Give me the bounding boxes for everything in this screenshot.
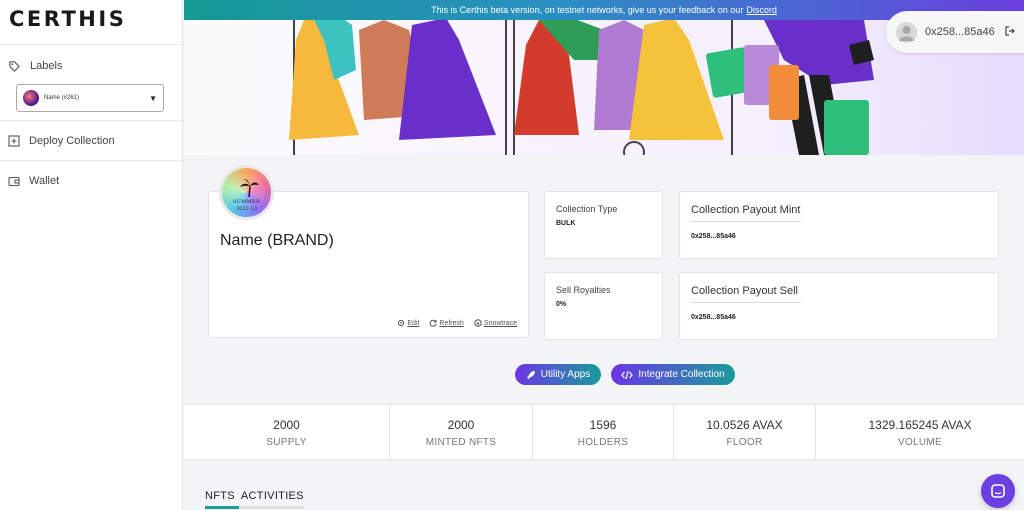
payout-sell-value: 0x258...85a46	[691, 314, 736, 321]
tab-nfts[interactable]: NFTS	[205, 490, 235, 502]
collection-type-card: Collection Type BULK	[544, 191, 663, 259]
snowtrace-icon	[474, 319, 482, 327]
wallet-icon	[8, 176, 20, 187]
wallet-address: 0x258...85a46	[925, 26, 995, 38]
stat-value: 2000	[447, 418, 475, 432]
snowtrace-label: Snowtrace	[483, 319, 517, 327]
brand-avatar-text: SUMMER	[232, 199, 261, 205]
collection-tabs: NFTS ACTIVITIES	[205, 490, 310, 502]
stat-caption: FLOOR	[726, 437, 763, 448]
labels-section: Labels Name (#261) ▼	[0, 44, 183, 120]
caret-down-icon: ▼	[149, 93, 157, 103]
stat-supply: 2000 SUPPLY	[184, 405, 390, 459]
sidebar-item-wallet[interactable]: Wallet	[0, 171, 183, 191]
refresh-icon	[430, 319, 437, 327]
tab-activities[interactable]: ACTIVITIES	[241, 490, 304, 502]
label-select[interactable]: Name (#261) ▼	[16, 84, 164, 112]
stat-value: 10.0526 AVAX	[706, 418, 783, 432]
sidebar-item-deploy-collection[interactable]: Deploy Collection	[0, 131, 183, 151]
payout-sell-label: Collection Payout Sell	[691, 285, 801, 303]
stat-minted-nfts: 2000 MINTED NFTS	[390, 405, 533, 459]
payout-sell-card: Collection Payout Sell 0x258...85a46	[679, 272, 999, 340]
discord-link[interactable]: Discord	[746, 5, 777, 15]
user-avatar-icon	[896, 21, 917, 43]
collection-stats: 2000 SUPPLY 2000 MINTED NFTS 1596 HOLDER…	[184, 404, 1024, 460]
collection-type-label: Collection Type	[556, 204, 618, 214]
beta-notice-text: This is Certhis beta version, on testnet…	[431, 5, 744, 15]
deploy-collection-section: Deploy Collection	[0, 120, 183, 160]
stat-value: 1329.165245 AVAX	[868, 418, 972, 432]
brand-avatar: SUMMER 2022-23	[219, 165, 274, 220]
rocket-icon	[526, 370, 535, 379]
edit-label: Edit	[407, 319, 420, 327]
sell-royalties-value: 0%	[556, 301, 567, 308]
certhis-logo[interactable]: CERTHIS	[9, 7, 126, 31]
stat-caption: MINTED NFTS	[425, 437, 497, 448]
tag-icon	[9, 60, 20, 72]
labels-header: Labels	[0, 56, 183, 76]
wallet-account-chip[interactable]: 0x258...85a46	[886, 11, 1024, 53]
edit-link[interactable]: Edit	[397, 319, 419, 327]
logout-icon[interactable]	[1005, 25, 1015, 39]
payout-mint-label: Collection Payout Mint	[691, 204, 801, 222]
sell-royalties-card: Sell Royalties 0%	[544, 272, 663, 340]
stat-floor: 10.0526 AVAX FLOOR	[674, 405, 816, 459]
stat-volume: 1329.165245 AVAX VOLUME	[816, 405, 1024, 459]
tab-underline	[205, 506, 304, 509]
plus-square-icon	[8, 135, 20, 147]
utility-apps-button[interactable]: Utility Apps	[515, 364, 601, 385]
payout-mint-value: 0x258...85a46	[691, 233, 736, 240]
stat-caption: HOLDERS	[577, 437, 629, 448]
refresh-link[interactable]: Refresh	[429, 319, 464, 327]
brand-avatar-year: 2022-23	[236, 206, 257, 212]
wallet-label: Wallet	[29, 175, 60, 187]
snowtrace-link[interactable]: Snowtrace	[474, 319, 517, 327]
deploy-collection-label: Deploy Collection	[29, 135, 115, 147]
labels-title: Labels	[30, 60, 63, 72]
integrate-collection-label: Integrate Collection	[638, 369, 725, 380]
wallet-section: Wallet	[0, 160, 183, 200]
integrate-collection-button[interactable]: Integrate Collection	[611, 364, 735, 385]
code-icon	[621, 370, 634, 379]
refresh-label: Refresh	[439, 319, 464, 327]
tab-active-indicator	[205, 506, 239, 509]
gear-icon	[398, 319, 405, 327]
label-select-value: Name (#261)	[44, 95, 80, 101]
palm-tree-icon	[240, 179, 259, 198]
collection-type-value: BULK	[556, 220, 576, 227]
stat-caption: SUPPLY	[266, 437, 307, 448]
brand-name: Name (BRAND)	[220, 232, 334, 249]
sidebar: CERTHIS Labels Name (#261) ▼ Deploy Coll…	[0, 0, 183, 510]
brand-actions: Edit Refresh Snowtrace	[397, 319, 517, 327]
stat-caption: VOLUME	[897, 437, 943, 448]
stat-holders: 1596 HOLDERS	[533, 405, 674, 459]
app-root: CERTHIS Labels Name (#261) ▼ Deploy Coll…	[0, 0, 1024, 510]
sell-royalties-label: Sell Royalties	[556, 285, 611, 295]
stat-value: 2000	[273, 418, 300, 432]
utility-apps-label: Utility Apps	[540, 369, 591, 380]
chat-support-button[interactable]	[981, 474, 1015, 508]
label-avatar	[23, 90, 39, 106]
stat-value: 1596	[589, 418, 617, 432]
chat-icon	[991, 484, 1005, 498]
payout-mint-card: Collection Payout Mint 0x258...85a46	[679, 191, 999, 259]
